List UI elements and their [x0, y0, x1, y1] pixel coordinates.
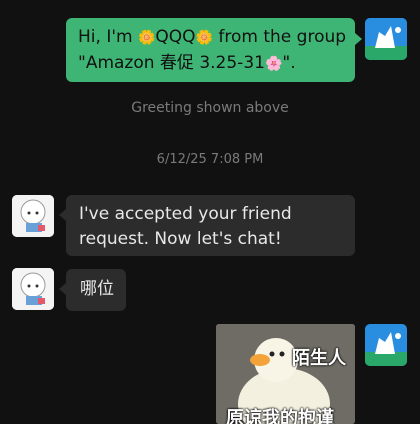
- self-avatar[interactable]: [365, 324, 407, 366]
- group-name: "Amazon 春促 3.25-31: [78, 53, 265, 73]
- flower-emoji-icon: 🌼: [137, 30, 156, 46]
- duck-sticker-image[interactable]: 陌生人 原谅我的抱谨: [216, 324, 355, 424]
- greeting-suffix: from the group: [213, 27, 347, 47]
- reply-text: 哪位: [80, 279, 114, 299]
- greeting-line-2: "Amazon 春促 3.25-31🌸".: [78, 51, 345, 77]
- bubble-tail: [59, 209, 66, 221]
- reply-text: I've accepted your friend request. Now l…: [79, 204, 292, 249]
- contact-avatar[interactable]: [12, 268, 54, 310]
- self-avatar[interactable]: [365, 18, 407, 60]
- blossom-emoji-icon: 🌸: [264, 56, 283, 72]
- contact-avatar[interactable]: [12, 195, 54, 237]
- bubble-tail: [59, 283, 66, 295]
- bubble-tail: [355, 33, 362, 45]
- reply-message-bubble[interactable]: 哪位: [66, 269, 126, 311]
- sticker-caption-top: 陌生人: [292, 348, 346, 369]
- sender-name: QQQ: [155, 27, 196, 47]
- flower-emoji-icon: 🌼: [195, 30, 213, 46]
- greeting-line-1: Hi, I'm 🌼QQQ🌼 from the group: [78, 25, 347, 51]
- greeting-message-bubble[interactable]: Hi, I'm 🌼QQQ🌼 from the group "Amazon 春促 …: [66, 18, 355, 82]
- reply-message-bubble[interactable]: I've accepted your friend request. Now l…: [66, 195, 355, 256]
- sticker-caption-bottom: 原谅我的抱谨: [226, 408, 334, 424]
- greeting-end: ".: [282, 53, 296, 73]
- greeting-note: Greeting shown above: [131, 100, 289, 116]
- message-timestamp: 6/12/25 7:08 PM: [156, 152, 264, 167]
- greeting-prefix: Hi, I'm: [78, 27, 138, 47]
